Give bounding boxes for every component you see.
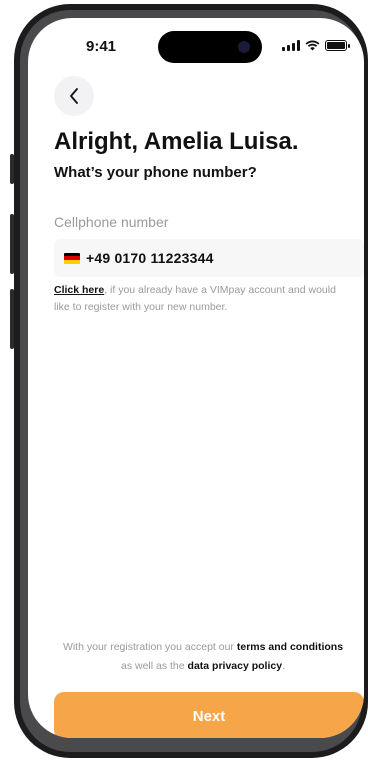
existing-account-hint: Click here, if you already have a VIMpay… [54, 282, 354, 316]
legal-prefix: With your registration you accept our [62, 641, 237, 653]
back-button[interactable] [54, 76, 94, 116]
phone-device-frame: 9:41 Alright, Amelia Luisa. What’s your … [10, 4, 368, 758]
click-here-link[interactable]: Click here [54, 284, 104, 296]
chevron-left-icon [70, 88, 78, 104]
side-button-left-3 [10, 289, 14, 349]
battery-icon [325, 40, 350, 51]
legal-notice: With your registration you accept our te… [58, 638, 348, 676]
legal-suffix: . [282, 660, 285, 672]
page-subtitle: What’s your phone number? [54, 164, 257, 181]
signal-icon [282, 40, 300, 51]
side-button-left-2 [10, 214, 14, 274]
page-title: Alright, Amelia Luisa. [54, 128, 299, 155]
screen: 9:41 Alright, Amelia Luisa. What’s your … [28, 18, 364, 738]
status-icons [282, 40, 350, 51]
phone-field-label: Cellphone number [54, 214, 169, 230]
phone-number-input[interactable]: +49 0170 11223344 [54, 239, 364, 277]
side-button-left-1 [10, 154, 14, 184]
wifi-icon [305, 40, 320, 51]
legal-middle: as well as the [120, 660, 188, 672]
next-button[interactable]: Next [54, 692, 364, 738]
dynamic-island [158, 31, 262, 63]
phone-number-value: +49 0170 11223344 [86, 250, 214, 266]
privacy-policy-link[interactable]: data privacy policy [188, 660, 283, 672]
germany-flag-icon[interactable] [64, 252, 80, 264]
status-time: 9:41 [86, 38, 117, 55]
terms-link[interactable]: terms and conditions [237, 641, 343, 653]
camera-icon [238, 41, 250, 53]
